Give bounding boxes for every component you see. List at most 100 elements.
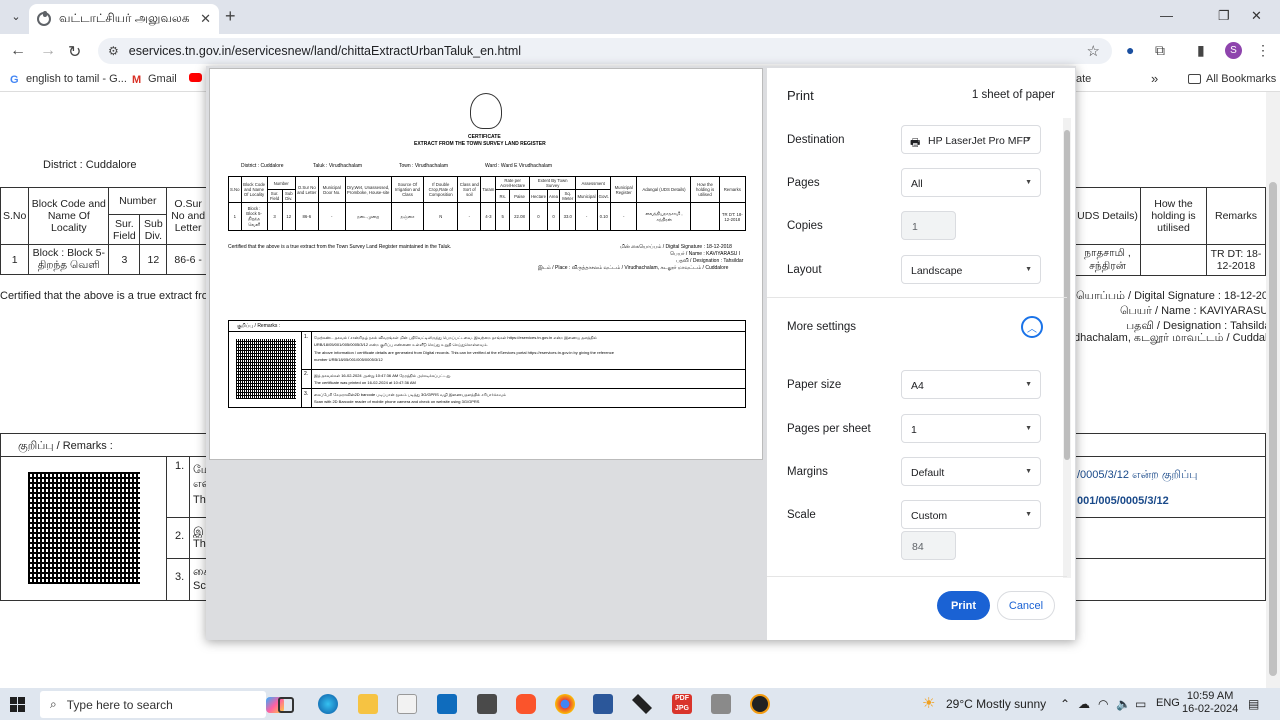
taskbar-search[interactable]: ⌕ Type here to search bbox=[40, 691, 284, 718]
copies-input[interactable]: 1 bbox=[901, 211, 956, 240]
pages-select[interactable]: All ▼ bbox=[901, 168, 1041, 197]
profile-avatar[interactable]: S bbox=[1225, 42, 1242, 59]
pages-value: All bbox=[911, 178, 923, 190]
scale-select[interactable]: Custom ▼ bbox=[901, 500, 1041, 529]
reference-link[interactable]: /0005/3/12 என்ற குறிப்பு bbox=[1077, 469, 1197, 483]
weather-icon[interactable]: ☀ bbox=[922, 694, 935, 712]
volume-icon[interactable]: 🔈 bbox=[1116, 697, 1131, 711]
more-settings-label[interactable]: More settings bbox=[787, 321, 856, 333]
language-indicator[interactable]: ENG bbox=[1156, 697, 1180, 709]
collapse-settings-button[interactable]: ︿ bbox=[1021, 316, 1043, 338]
scale-label: Scale bbox=[787, 509, 816, 521]
minimize-button[interactable]: — bbox=[1160, 8, 1173, 23]
table-cell: Block : Block 5- திறந்த வெளி bbox=[28, 244, 110, 275]
chrome-icon[interactable] bbox=[555, 694, 575, 714]
paper-size-select[interactable]: A4 ▼ bbox=[901, 370, 1041, 399]
bookmark-star-icon[interactable]: ☆ bbox=[1087, 42, 1100, 60]
sheet-count: 1 sheet of paper bbox=[971, 89, 1055, 101]
preview-district: District : Cuddalore bbox=[241, 163, 284, 169]
clock[interactable]: 10:59 AM 16-02-2024 bbox=[1182, 690, 1238, 716]
wifi-icon[interactable]: ◠ bbox=[1098, 697, 1108, 711]
brave-icon[interactable] bbox=[516, 694, 536, 714]
clock-date: 16-02-2024 bbox=[1182, 703, 1239, 715]
all-bookmarks[interactable]: All Bookmarks bbox=[1188, 73, 1276, 85]
new-tab-button[interactable]: + bbox=[225, 6, 236, 27]
table-cell: TR DT: 18-12-2018 bbox=[718, 202, 747, 231]
header-cell: Class and Sort of soil bbox=[457, 176, 482, 203]
header-cell: Number bbox=[266, 176, 296, 190]
bookmark-english-tamil[interactable]: G english to tamil - G... bbox=[10, 73, 127, 86]
tn-emblem-icon bbox=[470, 93, 502, 129]
chevron-up-icon[interactable]: ⌃ bbox=[1060, 697, 1070, 711]
extension-icon[interactable]: ● bbox=[1126, 42, 1134, 58]
mail-icon[interactable] bbox=[437, 694, 457, 714]
header-cell: Block Code and Name Of Locality bbox=[240, 176, 268, 203]
close-tab-icon[interactable]: ✕ bbox=[200, 11, 211, 27]
header-cell: Rate per Acre/Hectare bbox=[495, 176, 530, 190]
close-window-button[interactable]: ✕ bbox=[1251, 8, 1262, 24]
network-icon[interactable]: ☁ bbox=[1078, 697, 1090, 711]
app-icon[interactable] bbox=[711, 694, 731, 714]
restore-button[interactable]: ❐ bbox=[1218, 8, 1230, 24]
divider bbox=[767, 576, 1067, 577]
edge-icon[interactable] bbox=[318, 694, 338, 714]
header-cell: S.No bbox=[228, 176, 242, 203]
margins-select[interactable]: Default ▼ bbox=[901, 457, 1041, 486]
address-bar[interactable]: ⚙ eservices.tn.gov.in/eservicesnew/land/… bbox=[98, 38, 1112, 64]
pdf-to-jpg-icon[interactable]: PDF JPG bbox=[672, 694, 692, 714]
table-cell: 4-3 bbox=[480, 202, 497, 231]
page-scroll-thumb[interactable] bbox=[1269, 182, 1277, 676]
preview-table: S.No Block Code and Name Of Locality Num… bbox=[228, 176, 747, 231]
layout-select[interactable]: Landscape ▼ bbox=[901, 255, 1041, 284]
preview-qr-code bbox=[236, 339, 296, 399]
settings-scroll-thumb[interactable] bbox=[1064, 130, 1070, 460]
print-button[interactable]: Print bbox=[937, 591, 990, 620]
windows-start-icon[interactable] bbox=[10, 697, 25, 712]
media-player-icon[interactable] bbox=[750, 694, 770, 714]
pages-label: Pages bbox=[787, 177, 820, 189]
pages-per-sheet-select[interactable]: 1 ▼ bbox=[901, 414, 1041, 443]
weather-text[interactable]: 29°C Mostly sunny bbox=[946, 697, 1046, 711]
forward-icon[interactable]: → bbox=[40, 42, 56, 60]
extensions-puzzle-icon[interactable]: ⧉ bbox=[1155, 42, 1165, 59]
more-bookmarks-icon[interactable]: » bbox=[1151, 71, 1158, 86]
tab-search-button[interactable]: ⌄ bbox=[6, 6, 26, 26]
back-icon[interactable]: ← bbox=[10, 42, 26, 60]
bookmark-partial[interactable]: ate bbox=[1076, 73, 1091, 85]
browser-tab[interactable]: வட்டாட்சியர் அலுவலக ஓ ✕ bbox=[29, 4, 219, 34]
menu-dots-icon[interactable]: ⋮ bbox=[1256, 42, 1270, 59]
margins-value: Default bbox=[911, 467, 945, 479]
table-cell: 12 bbox=[139, 244, 168, 275]
remark-number: 2. bbox=[175, 530, 185, 542]
table-cell: TR DT: 18-12-2018 bbox=[1206, 244, 1266, 276]
reload-icon[interactable]: ↻ bbox=[68, 42, 81, 62]
chevron-up-icon: ︿ bbox=[1027, 323, 1037, 335]
remark-line: URB/18/05/001/005/0005/3/12 என்ற குறிப்ப… bbox=[314, 342, 488, 347]
bookmark-gmail[interactable]: M Gmail bbox=[132, 73, 177, 86]
site-info-icon[interactable]: ⚙ bbox=[108, 44, 119, 58]
table-cell bbox=[690, 202, 720, 231]
pages-per-sheet-label: Pages per sheet bbox=[787, 423, 871, 435]
battery-icon[interactable]: ▭ bbox=[1135, 697, 1146, 711]
clock-time: 10:59 AM bbox=[1186, 690, 1234, 702]
cancel-button[interactable]: Cancel bbox=[997, 591, 1055, 620]
side-panel-icon[interactable]: ▮ bbox=[1197, 42, 1205, 59]
file-explorer-icon[interactable] bbox=[358, 694, 378, 714]
table-cell: 0 bbox=[528, 202, 548, 231]
folder-icon bbox=[1188, 74, 1201, 84]
table-cell: நாதசாமி , சந்திரன் bbox=[1074, 244, 1141, 276]
header-cell: Adangal (UDS Details) bbox=[636, 176, 692, 203]
destination-value: HP LaserJet Pro MFP bbox=[928, 135, 1030, 147]
subheader-cell: Area bbox=[546, 189, 561, 203]
notification-icon[interactable]: ▤ bbox=[1248, 697, 1259, 711]
remark-line: இத் தகவல்கள் 16-02-2024 அன்று 10:47:36 A… bbox=[314, 373, 452, 378]
store-icon[interactable] bbox=[397, 694, 417, 714]
table-cell: 5 bbox=[495, 202, 511, 231]
calculator-icon[interactable] bbox=[477, 694, 497, 714]
destination-select[interactable]: 🖶 HP LaserJet Pro MFP ▼ bbox=[901, 125, 1041, 154]
word-icon[interactable] bbox=[593, 694, 613, 714]
bookmark-youtube[interactable] bbox=[189, 73, 202, 82]
scale-value: Custom bbox=[911, 510, 948, 522]
task-view-icon[interactable] bbox=[278, 697, 294, 713]
scale-percent-input[interactable]: 84 bbox=[901, 531, 956, 560]
